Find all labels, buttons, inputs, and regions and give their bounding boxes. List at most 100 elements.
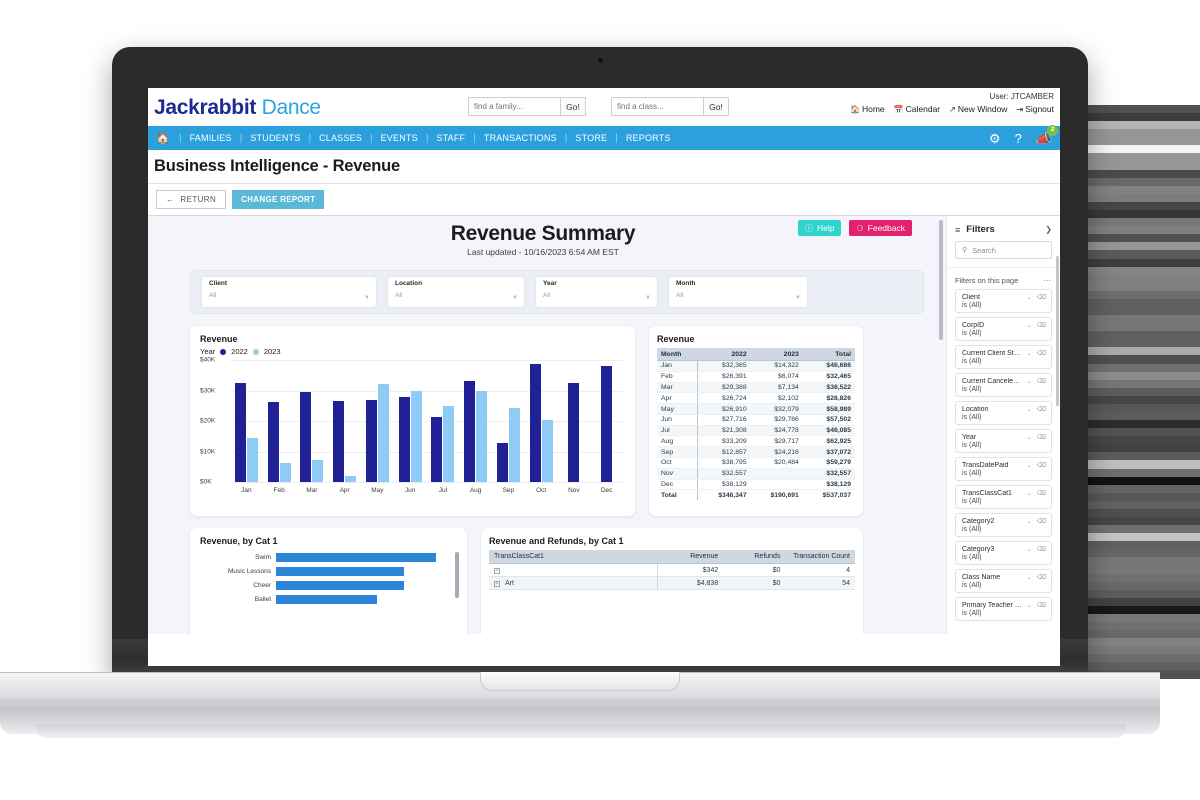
table-row[interactable]: Apr $26,724 $2,102 $28,826 xyxy=(657,392,855,405)
nav-item-events[interactable]: EVENTS xyxy=(374,133,425,143)
filter-card[interactable]: Category3 is (All) ⌄ ⌫ xyxy=(955,541,1052,565)
chart-bar[interactable] xyxy=(377,384,389,482)
chevron-down-icon[interactable]: ▼ xyxy=(795,295,801,301)
chart-bar[interactable] xyxy=(431,417,443,482)
chart-bar[interactable] xyxy=(365,399,377,482)
family-search-go-button[interactable]: Go! xyxy=(560,97,586,116)
filter-card[interactable]: Location is (All) ⌄ ⌫ xyxy=(955,401,1052,425)
chart-bar[interactable] xyxy=(410,391,422,482)
clear-filter-icon[interactable]: ⌫ xyxy=(1037,349,1046,357)
header-link-new-window[interactable]: ↗ New Window xyxy=(949,104,1007,114)
chevron-down-icon[interactable]: ⌄ xyxy=(1026,517,1031,525)
table-row[interactable]: Sep $12,857 $24,216 $37,072 xyxy=(657,446,855,459)
table-row[interactable]: Aug $33,209 $29,717 $62,925 xyxy=(657,435,855,448)
nav-item-reports[interactable]: REPORTS xyxy=(619,133,678,143)
chart-bar[interactable] xyxy=(345,475,357,482)
clear-filter-icon[interactable]: ⌫ xyxy=(1037,433,1046,441)
filter-card[interactable]: Current Client Status is (All) ⌄ ⌫ xyxy=(955,345,1052,369)
slicer-year[interactable]: Year All ▼ xyxy=(535,276,658,308)
chevron-down-icon[interactable]: ⌄ xyxy=(1026,489,1031,497)
header-link-signout[interactable]: ⇥ Signout xyxy=(1016,104,1054,114)
nav-item-students[interactable]: STUDENTS xyxy=(243,133,307,143)
nav-home-icon[interactable]: 🏠 xyxy=(148,132,178,145)
chevron-down-icon[interactable]: ⌄ xyxy=(1026,545,1031,553)
filter-card[interactable]: Primary Teacher Name is (All) ⌄ ⌫ xyxy=(955,597,1052,621)
chevron-down-icon[interactable]: ⌄ xyxy=(1026,433,1031,441)
hbar-row[interactable]: Music Lessons xyxy=(200,566,457,577)
table-row[interactable]: + $342 $0 4 xyxy=(489,563,855,577)
chart-bar[interactable] xyxy=(541,419,553,482)
clear-filter-icon[interactable]: ⌫ xyxy=(1037,321,1046,329)
filter-card[interactable]: Category2 is (All) ⌄ ⌫ xyxy=(955,513,1052,537)
table-row[interactable]: + Art $4,838 $0 54 xyxy=(489,576,855,590)
chevron-down-icon[interactable]: ⌄ xyxy=(1026,377,1031,385)
filter-card[interactable]: Year is (All) ⌄ ⌫ xyxy=(955,429,1052,453)
filter-card[interactable]: Client is (All) ⌄ ⌫ xyxy=(955,289,1052,313)
hbar[interactable] xyxy=(276,553,436,562)
chart-bar[interactable] xyxy=(568,382,580,482)
table-row[interactable]: Nov $32,557 $32,557 xyxy=(657,468,855,480)
clear-filter-icon[interactable]: ⌫ xyxy=(1037,517,1046,525)
hbar[interactable] xyxy=(276,581,404,590)
chart-bar[interactable] xyxy=(398,397,410,482)
filters-search[interactable]: ⚲ Search xyxy=(955,241,1052,259)
chart-bar[interactable] xyxy=(464,380,476,482)
chevron-down-icon[interactable]: ▼ xyxy=(512,295,518,301)
expand-icon[interactable]: + xyxy=(494,580,500,587)
chevron-down-icon[interactable]: ⌄ xyxy=(1026,321,1031,329)
clear-filter-icon[interactable]: ⌫ xyxy=(1037,573,1046,581)
table-row[interactable]: Oct $38,795 $20,484 $59,279 xyxy=(657,457,855,469)
hbar-row[interactable]: Cheer xyxy=(200,580,457,591)
dashboard-scrollbar-thumb[interactable] xyxy=(939,220,943,340)
app-logo[interactable]: Jackrabbit Dance xyxy=(154,96,321,120)
header-link-home[interactable]: 🏠 Home xyxy=(850,104,885,114)
chart-bar[interactable] xyxy=(529,363,541,482)
clear-filter-icon[interactable]: ⌫ xyxy=(1037,405,1046,413)
chevron-down-icon[interactable]: ⌄ xyxy=(1026,573,1031,581)
filter-card[interactable]: Class Name is (All) ⌄ ⌫ xyxy=(955,569,1052,593)
slicer-month[interactable]: Month All ▼ xyxy=(668,276,808,308)
hbar[interactable] xyxy=(276,567,404,576)
chart-bar[interactable] xyxy=(234,383,246,482)
filter-card[interactable]: TransClassCat1 is (All) ⌄ ⌫ xyxy=(955,485,1052,509)
announcements-icon[interactable]: 📣 2 xyxy=(1036,124,1058,145)
chevron-down-icon[interactable]: ⌄ xyxy=(1026,601,1031,609)
chart-bar[interactable] xyxy=(601,365,613,482)
chevron-down-icon[interactable]: ⌄ xyxy=(1026,405,1031,413)
return-button[interactable]: ← RETURN xyxy=(156,190,227,209)
table-row[interactable]: Dec $38,129 $38,129 xyxy=(657,479,855,491)
clear-filter-icon[interactable]: ⌫ xyxy=(1037,489,1046,497)
filter-card[interactable]: CorpID is (All) ⌄ ⌫ xyxy=(955,317,1052,341)
gear-icon[interactable]: ⚙ xyxy=(989,132,1001,145)
filter-card[interactable]: TransDatePaid is (All) ⌄ ⌫ xyxy=(955,457,1052,481)
chart-bar[interactable] xyxy=(508,408,520,482)
filters-section-more-icon[interactable]: ⋯ xyxy=(1043,276,1052,285)
hbar[interactable] xyxy=(276,595,377,604)
nav-item-store[interactable]: STORE xyxy=(568,133,614,143)
help-button[interactable]: ⓘ Help xyxy=(798,220,842,236)
table-row[interactable]: May $26,910 $32,079 $58,989 xyxy=(657,403,855,415)
hbar-row[interactable]: Swim xyxy=(200,552,457,563)
clear-filter-icon[interactable]: ⌫ xyxy=(1037,377,1046,385)
clear-filter-icon[interactable]: ⌫ xyxy=(1037,601,1046,609)
help-icon[interactable]: ? xyxy=(1015,132,1022,145)
clear-filter-icon[interactable]: ⌫ xyxy=(1037,545,1046,553)
dashboard-scrollbar[interactable] xyxy=(938,216,946,634)
table-row[interactable]: Feb $26,391 $6,074 $32,465 xyxy=(657,371,855,383)
chart-bar[interactable] xyxy=(300,392,312,482)
chart-bar[interactable] xyxy=(443,406,455,482)
chart-bar[interactable] xyxy=(333,400,345,482)
table-row[interactable]: Jan $32,365 $14,322 $46,686 xyxy=(657,360,855,372)
nav-item-families[interactable]: FAMILIES xyxy=(183,133,239,143)
chevron-right-icon[interactable]: ❯ xyxy=(1045,225,1052,234)
class-search-go-button[interactable]: Go! xyxy=(703,97,729,116)
chart-bar[interactable] xyxy=(312,460,324,482)
cat1-scrollbar[interactable] xyxy=(455,552,459,598)
nav-item-transactions[interactable]: TRANSACTIONS xyxy=(477,133,564,143)
chevron-down-icon[interactable]: ▼ xyxy=(364,295,370,301)
chart-bar[interactable] xyxy=(246,438,258,482)
class-search-input[interactable] xyxy=(611,97,703,116)
table-row[interactable]: Jul $21,308 $24,778 $46,085 xyxy=(657,425,855,437)
expand-icon[interactable]: + xyxy=(494,567,500,574)
filters-pane-scrollbar[interactable] xyxy=(1056,256,1059,406)
